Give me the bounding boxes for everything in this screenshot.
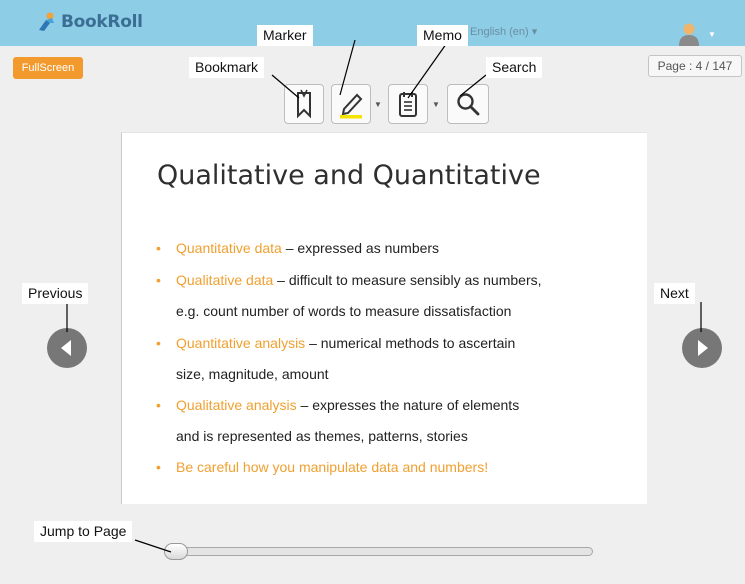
annotation-bookmark: Bookmark [189,57,265,78]
annotation-previous: Previous [22,283,89,304]
annotation-memo: Memo [417,25,468,46]
annotation-next: Next [654,283,695,304]
annotation-marker: Marker [257,25,313,46]
annotation-leaders [66,39,702,553]
annotation-jump-to-page: Jump to Page [34,521,133,542]
annotation-search: Search [486,57,543,78]
